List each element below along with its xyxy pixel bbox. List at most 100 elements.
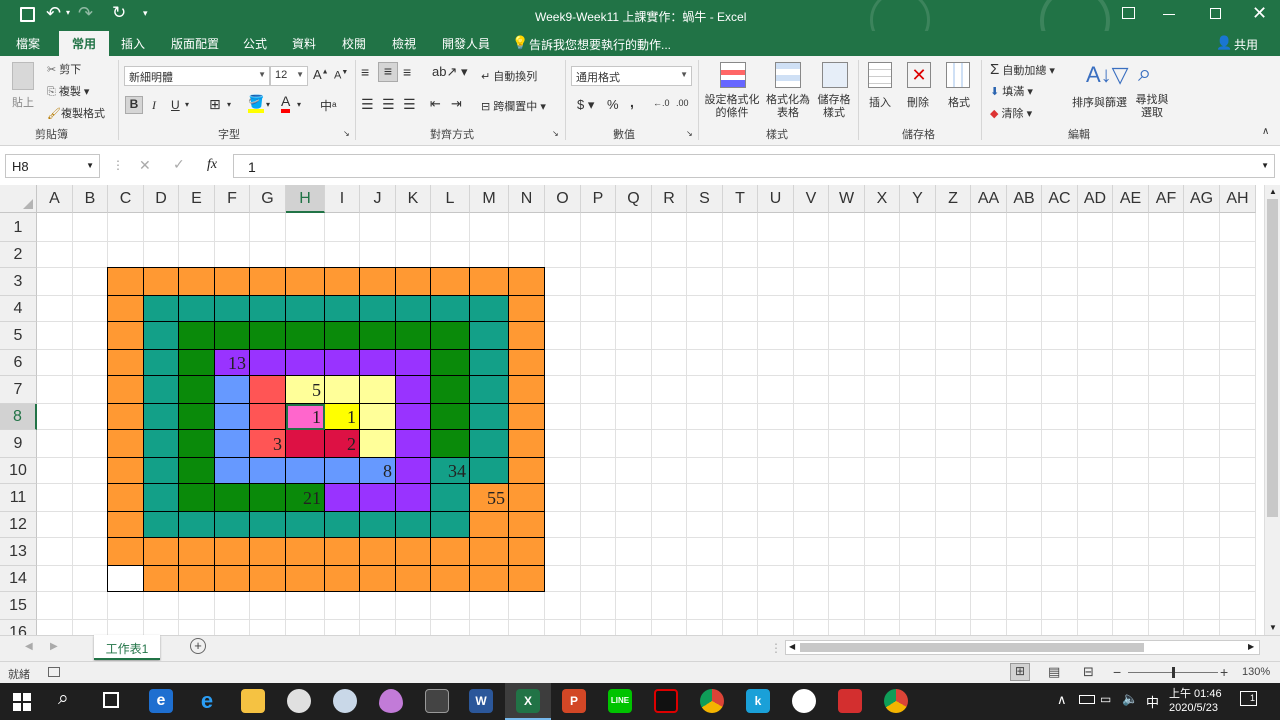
cell-n13[interactable] (509, 538, 545, 566)
cell-ab16[interactable] (1007, 620, 1042, 635)
insert-cells-icon[interactable] (868, 62, 892, 88)
cell-q2[interactable] (616, 242, 652, 268)
cell-r9[interactable] (652, 430, 687, 458)
cell-y9[interactable] (900, 430, 936, 458)
cell-p2[interactable] (581, 242, 616, 268)
cell-m3[interactable] (470, 268, 509, 296)
cell-v8[interactable] (794, 404, 829, 430)
column-header-i[interactable]: I (325, 185, 360, 213)
cell-u1[interactable] (758, 213, 794, 242)
cell-x6[interactable] (865, 350, 900, 376)
cell-b13[interactable] (73, 538, 108, 566)
cell-d9[interactable] (144, 430, 179, 458)
increase-decimal-icon[interactable]: ←.0 (653, 98, 670, 108)
cell-f14[interactable] (215, 566, 250, 592)
column-header-m[interactable]: M (470, 185, 509, 213)
cell-z12[interactable] (936, 512, 971, 538)
cell-o4[interactable] (545, 296, 581, 322)
cell-s2[interactable] (687, 242, 723, 268)
cell-r7[interactable] (652, 376, 687, 404)
undo-dropdown-icon[interactable]: ▾ (66, 8, 70, 17)
cell-f10[interactable] (215, 458, 250, 484)
cell-j14[interactable] (360, 566, 396, 592)
cell-styles-icon[interactable] (822, 62, 848, 88)
cell-y15[interactable] (900, 592, 936, 620)
cell-w1[interactable] (829, 213, 865, 242)
cell-w4[interactable] (829, 296, 865, 322)
cell-i1[interactable] (325, 213, 360, 242)
cell-ae9[interactable] (1113, 430, 1149, 458)
cell-k4[interactable] (396, 296, 431, 322)
cell-l5[interactable] (431, 322, 470, 350)
cell-x5[interactable] (865, 322, 900, 350)
cell-f2[interactable] (215, 242, 250, 268)
cell-k10[interactable] (396, 458, 431, 484)
cell-f12[interactable] (215, 512, 250, 538)
cell-ah6[interactable] (1220, 350, 1256, 376)
cell-q12[interactable] (616, 512, 652, 538)
cell-x1[interactable] (865, 213, 900, 242)
task-view-icon[interactable] (103, 692, 119, 708)
cell-p1[interactable] (581, 213, 616, 242)
column-header-u[interactable]: U (758, 185, 794, 213)
cell-l6[interactable] (431, 350, 470, 376)
cell-styles-button[interactable]: 儲存格樣式 (814, 94, 854, 120)
cell-g14[interactable] (250, 566, 286, 592)
column-header-r[interactable]: R (652, 185, 687, 213)
cell-r2[interactable] (652, 242, 687, 268)
cell-d16[interactable] (144, 620, 179, 635)
water-drop-icon[interactable] (379, 689, 403, 713)
cell-af8[interactable] (1149, 404, 1184, 430)
cell-i13[interactable] (325, 538, 360, 566)
cell-b4[interactable] (73, 296, 108, 322)
cell-c2[interactable] (108, 242, 144, 268)
cell-c5[interactable] (108, 322, 144, 350)
cell-c8[interactable] (108, 404, 144, 430)
cell-t7[interactable] (723, 376, 758, 404)
cell-w7[interactable] (829, 376, 865, 404)
cell-f13[interactable] (215, 538, 250, 566)
cell-o13[interactable] (545, 538, 581, 566)
garena-icon[interactable] (654, 689, 678, 713)
cell-h12[interactable] (286, 512, 325, 538)
network-icon[interactable]: ▭ (1100, 692, 1111, 706)
column-header-f[interactable]: F (215, 185, 250, 213)
row-header-13[interactable]: 13 (0, 538, 37, 566)
cell-t14[interactable] (723, 566, 758, 592)
cell-r16[interactable] (652, 620, 687, 635)
cell-a16[interactable] (37, 620, 73, 635)
cell-z13[interactable] (936, 538, 971, 566)
cell-o7[interactable] (545, 376, 581, 404)
cell-ad5[interactable] (1078, 322, 1113, 350)
cell-i15[interactable] (325, 592, 360, 620)
cell-af7[interactable] (1149, 376, 1184, 404)
cell-ad14[interactable] (1078, 566, 1113, 592)
insert-cells-button[interactable]: 插入 (869, 94, 891, 110)
cell-o14[interactable] (545, 566, 581, 592)
row-header-1[interactable]: 1 (0, 213, 37, 242)
cell-k14[interactable] (396, 566, 431, 592)
cell-e14[interactable] (179, 566, 215, 592)
cell-v2[interactable] (794, 242, 829, 268)
cell-o10[interactable] (545, 458, 581, 484)
cell-h14[interactable] (286, 566, 325, 592)
cell-q13[interactable] (616, 538, 652, 566)
cell-ag16[interactable] (1184, 620, 1220, 635)
cell-f6[interactable]: 13 (215, 350, 250, 376)
cell-r10[interactable] (652, 458, 687, 484)
cell-s15[interactable] (687, 592, 723, 620)
cell-h7[interactable]: 5 (286, 376, 325, 404)
cell-g11[interactable] (250, 484, 286, 512)
cell-q4[interactable] (616, 296, 652, 322)
cell-h15[interactable] (286, 592, 325, 620)
wrap-text-button[interactable]: ↵ 自動換列 (481, 68, 537, 84)
cell-w15[interactable] (829, 592, 865, 620)
refresh-icon[interactable]: ↻ (112, 3, 126, 23)
cell-v15[interactable] (794, 592, 829, 620)
number-format-combo[interactable]: 通用格式 ▼ (571, 66, 692, 86)
cell-w10[interactable] (829, 458, 865, 484)
cell-w14[interactable] (829, 566, 865, 592)
align-middle-icon[interactable]: ≡ (378, 62, 398, 82)
cell-af4[interactable] (1149, 296, 1184, 322)
tab-home[interactable]: 常用 (59, 31, 110, 56)
